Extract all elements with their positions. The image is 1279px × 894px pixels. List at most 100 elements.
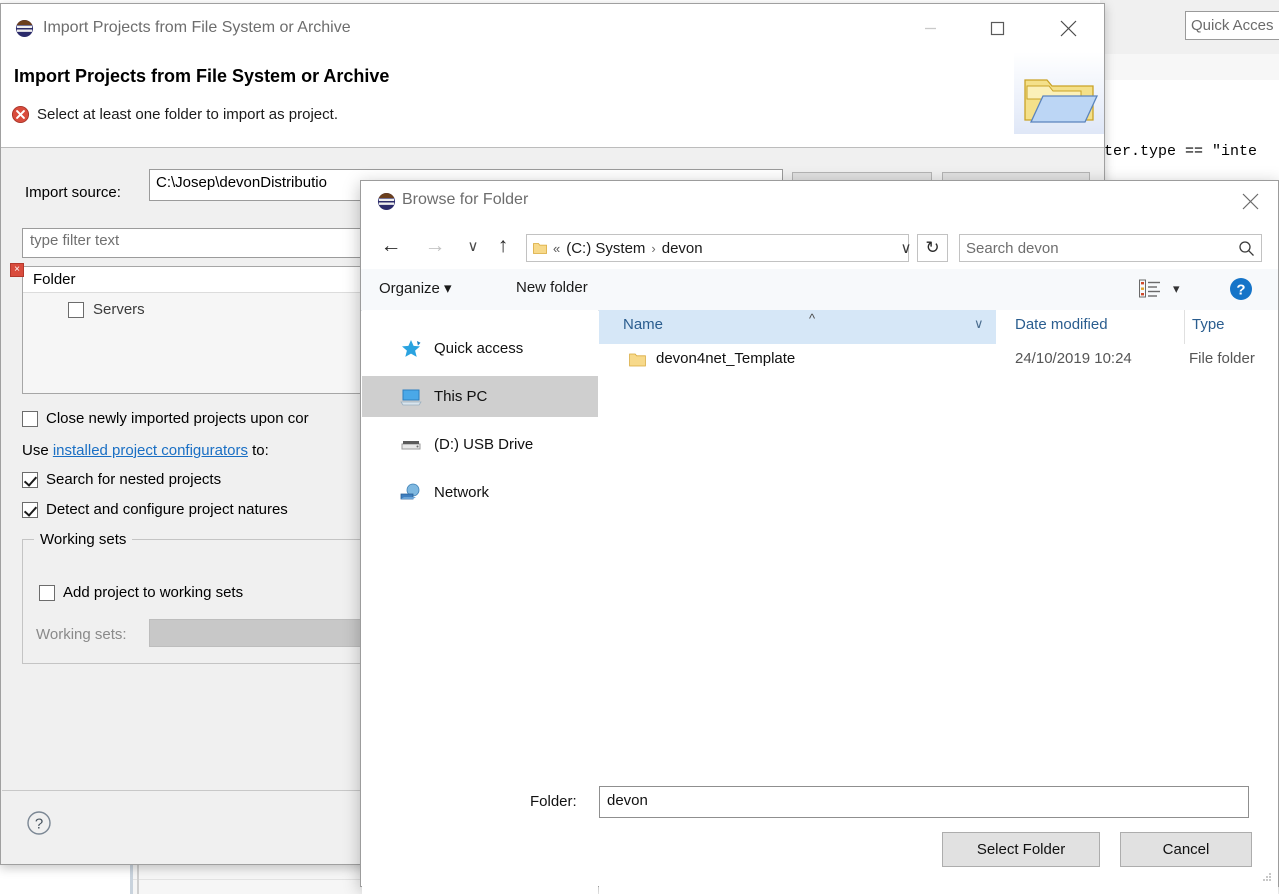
monitor-icon [400, 387, 422, 407]
working-sets-combo-label: Working sets: [36, 626, 127, 643]
sidebar-item-quick-access[interactable]: Quick access [362, 328, 598, 369]
address-bar[interactable]: « (C:) System › devon [526, 234, 909, 262]
close-imported-option[interactable]: Close newly imported projects upon cor [22, 410, 309, 427]
view-dropdown-caret-icon[interactable]: ▾ [1173, 281, 1180, 297]
maximize-icon [990, 21, 1005, 36]
ide-editor-tabrow[interactable] [1101, 54, 1279, 81]
select-folder-button[interactable]: Select Folder [942, 832, 1100, 867]
close-icon [1241, 192, 1260, 211]
add-working-sets-label: Add project to working sets [63, 584, 243, 601]
detect-natures-checkbox[interactable] [22, 502, 38, 518]
view-layout-icon[interactable] [1139, 279, 1161, 299]
import-source-label: Import source: [25, 184, 121, 201]
column-header-date-modified[interactable]: Date modified [998, 310, 1185, 344]
editor-code-line: ter.type == "inte [1104, 143, 1279, 160]
breadcrumb-segment-system[interactable]: (C:) System [566, 240, 645, 257]
sidebar-item-network[interactable]: Network [362, 472, 598, 513]
sidebar-item-this-pc[interactable]: This PC [362, 376, 598, 417]
sidebar-label-usb-drive: (D:) USB Drive [434, 436, 533, 453]
servers-checkbox[interactable] [68, 302, 84, 318]
folder-name-input[interactable]: devon [599, 786, 1249, 818]
folder-icon [629, 352, 646, 368]
file-list-header: ^ Name ∨ Date modified Type [599, 310, 1278, 344]
up-button[interactable]: ↑ [489, 233, 517, 259]
svg-text:?: ? [1236, 282, 1245, 299]
close-imported-label: Close newly imported projects upon cor [46, 410, 309, 427]
screen: Quick Acces ter.type == "inte s older H … [0, 0, 1279, 894]
column-label-name: Name [623, 316, 663, 333]
address-overflow-chevron[interactable]: « [553, 241, 560, 256]
wizard-message: Select at least one folder to import as … [37, 106, 338, 123]
search-nested-option[interactable]: Search for nested projects [22, 471, 221, 488]
wizard-title-text: Import Projects from File System or Arch… [43, 19, 351, 37]
sidebar-label-this-pc: This PC [434, 388, 487, 405]
add-working-sets-option[interactable]: Add project to working sets [39, 584, 243, 601]
wizard-header: Import Projects from File System or Arch… [1, 52, 1104, 148]
usb-drive-icon [400, 435, 422, 455]
organize-label: Organize [379, 280, 440, 297]
search-box[interactable]: Search devon [959, 234, 1262, 262]
close-imported-checkbox[interactable] [22, 411, 38, 427]
browse-titlebar[interactable]: Browse for Folder [361, 181, 1278, 222]
search-nested-checkbox[interactable] [22, 472, 38, 488]
working-sets-group-title: Working sets [34, 531, 132, 548]
browse-close-button[interactable] [1223, 181, 1278, 222]
eclipse-icon [15, 19, 34, 38]
browse-for-folder-dialog: Browse for Folder ← → ∨ ↑ « (C:) System … [360, 180, 1279, 887]
address-dropdown-button[interactable]: ∨ [892, 234, 920, 262]
resize-grip-icon[interactable] [1262, 872, 1272, 882]
minimize-icon [924, 22, 937, 35]
sidebar-label-network: Network [434, 484, 489, 501]
close-icon [1059, 19, 1078, 38]
installed-configurators-link[interactable]: installed project configurators [53, 442, 248, 459]
configurators-line: Use installed project configurators to: [22, 442, 269, 459]
folder-tree-row[interactable]: Servers [68, 301, 145, 318]
search-icon [1238, 240, 1255, 257]
error-icon [11, 105, 30, 124]
configurators-prefix: Use [22, 442, 53, 459]
folder-field-label: Folder: [530, 793, 577, 810]
star-icon [400, 339, 422, 359]
forward-button[interactable]: → [421, 233, 449, 259]
search-input[interactable]: Search devon [966, 240, 1238, 257]
wizard-titlebar[interactable]: Import Projects from File System or Arch… [1, 4, 1104, 52]
column-header-type[interactable]: Type [1186, 310, 1278, 344]
help-circle-icon[interactable]: ? [1229, 277, 1253, 301]
file-list-row[interactable]: devon4net_Template 24/10/2019 10:24 File… [599, 344, 1278, 378]
network-icon [400, 483, 422, 503]
svg-text:?: ? [35, 816, 43, 833]
file-row-name: devon4net_Template [656, 350, 795, 367]
wizard-close-button[interactable] [1035, 4, 1102, 52]
folder-tree-row-label: Servers [93, 301, 145, 318]
column-header-name[interactable]: ^ Name ∨ [599, 310, 997, 344]
browse-cancel-button[interactable]: Cancel [1120, 832, 1252, 867]
breadcrumb-segment-devon[interactable]: devon [662, 240, 703, 257]
maximize-button[interactable] [964, 4, 1031, 52]
sort-ascending-icon: ^ [809, 311, 815, 326]
add-working-sets-checkbox[interactable] [39, 585, 55, 601]
new-folder-button[interactable]: New folder [516, 279, 588, 296]
detect-natures-option[interactable]: Detect and configure project natures [22, 501, 288, 518]
folder-icon [533, 242, 547, 255]
column-label-date-modified: Date modified [1015, 316, 1108, 333]
wizard-heading: Import Projects from File System or Arch… [14, 66, 389, 87]
eclipse-icon [377, 192, 396, 211]
column-name-filter-caret-icon[interactable]: ∨ [974, 316, 984, 332]
recent-locations-button[interactable]: ∨ [459, 233, 487, 259]
quick-access-input[interactable]: Quick Acces [1185, 11, 1279, 40]
browse-title-text: Browse for Folder [402, 191, 528, 209]
search-nested-label: Search for nested projects [46, 471, 221, 488]
breadcrumb-separator[interactable]: › [651, 241, 655, 256]
sidebar-item-usb-drive[interactable]: (D:) USB Drive [362, 424, 598, 465]
organize-button[interactable]: Organize ▾ [379, 279, 452, 297]
configurators-suffix: to: [248, 442, 269, 459]
file-row-type: File folder [1189, 350, 1255, 367]
help-icon[interactable]: ? [26, 810, 52, 836]
column-label-type: Type [1192, 316, 1225, 333]
tree-error-badge: × [10, 263, 24, 277]
file-row-date: 24/10/2019 10:24 [1015, 350, 1132, 367]
refresh-button[interactable]: ↻ [917, 234, 948, 262]
back-button[interactable]: ← [377, 233, 405, 259]
minimize-button[interactable] [897, 4, 964, 52]
import-folder-banner-icon [1021, 70, 1099, 126]
